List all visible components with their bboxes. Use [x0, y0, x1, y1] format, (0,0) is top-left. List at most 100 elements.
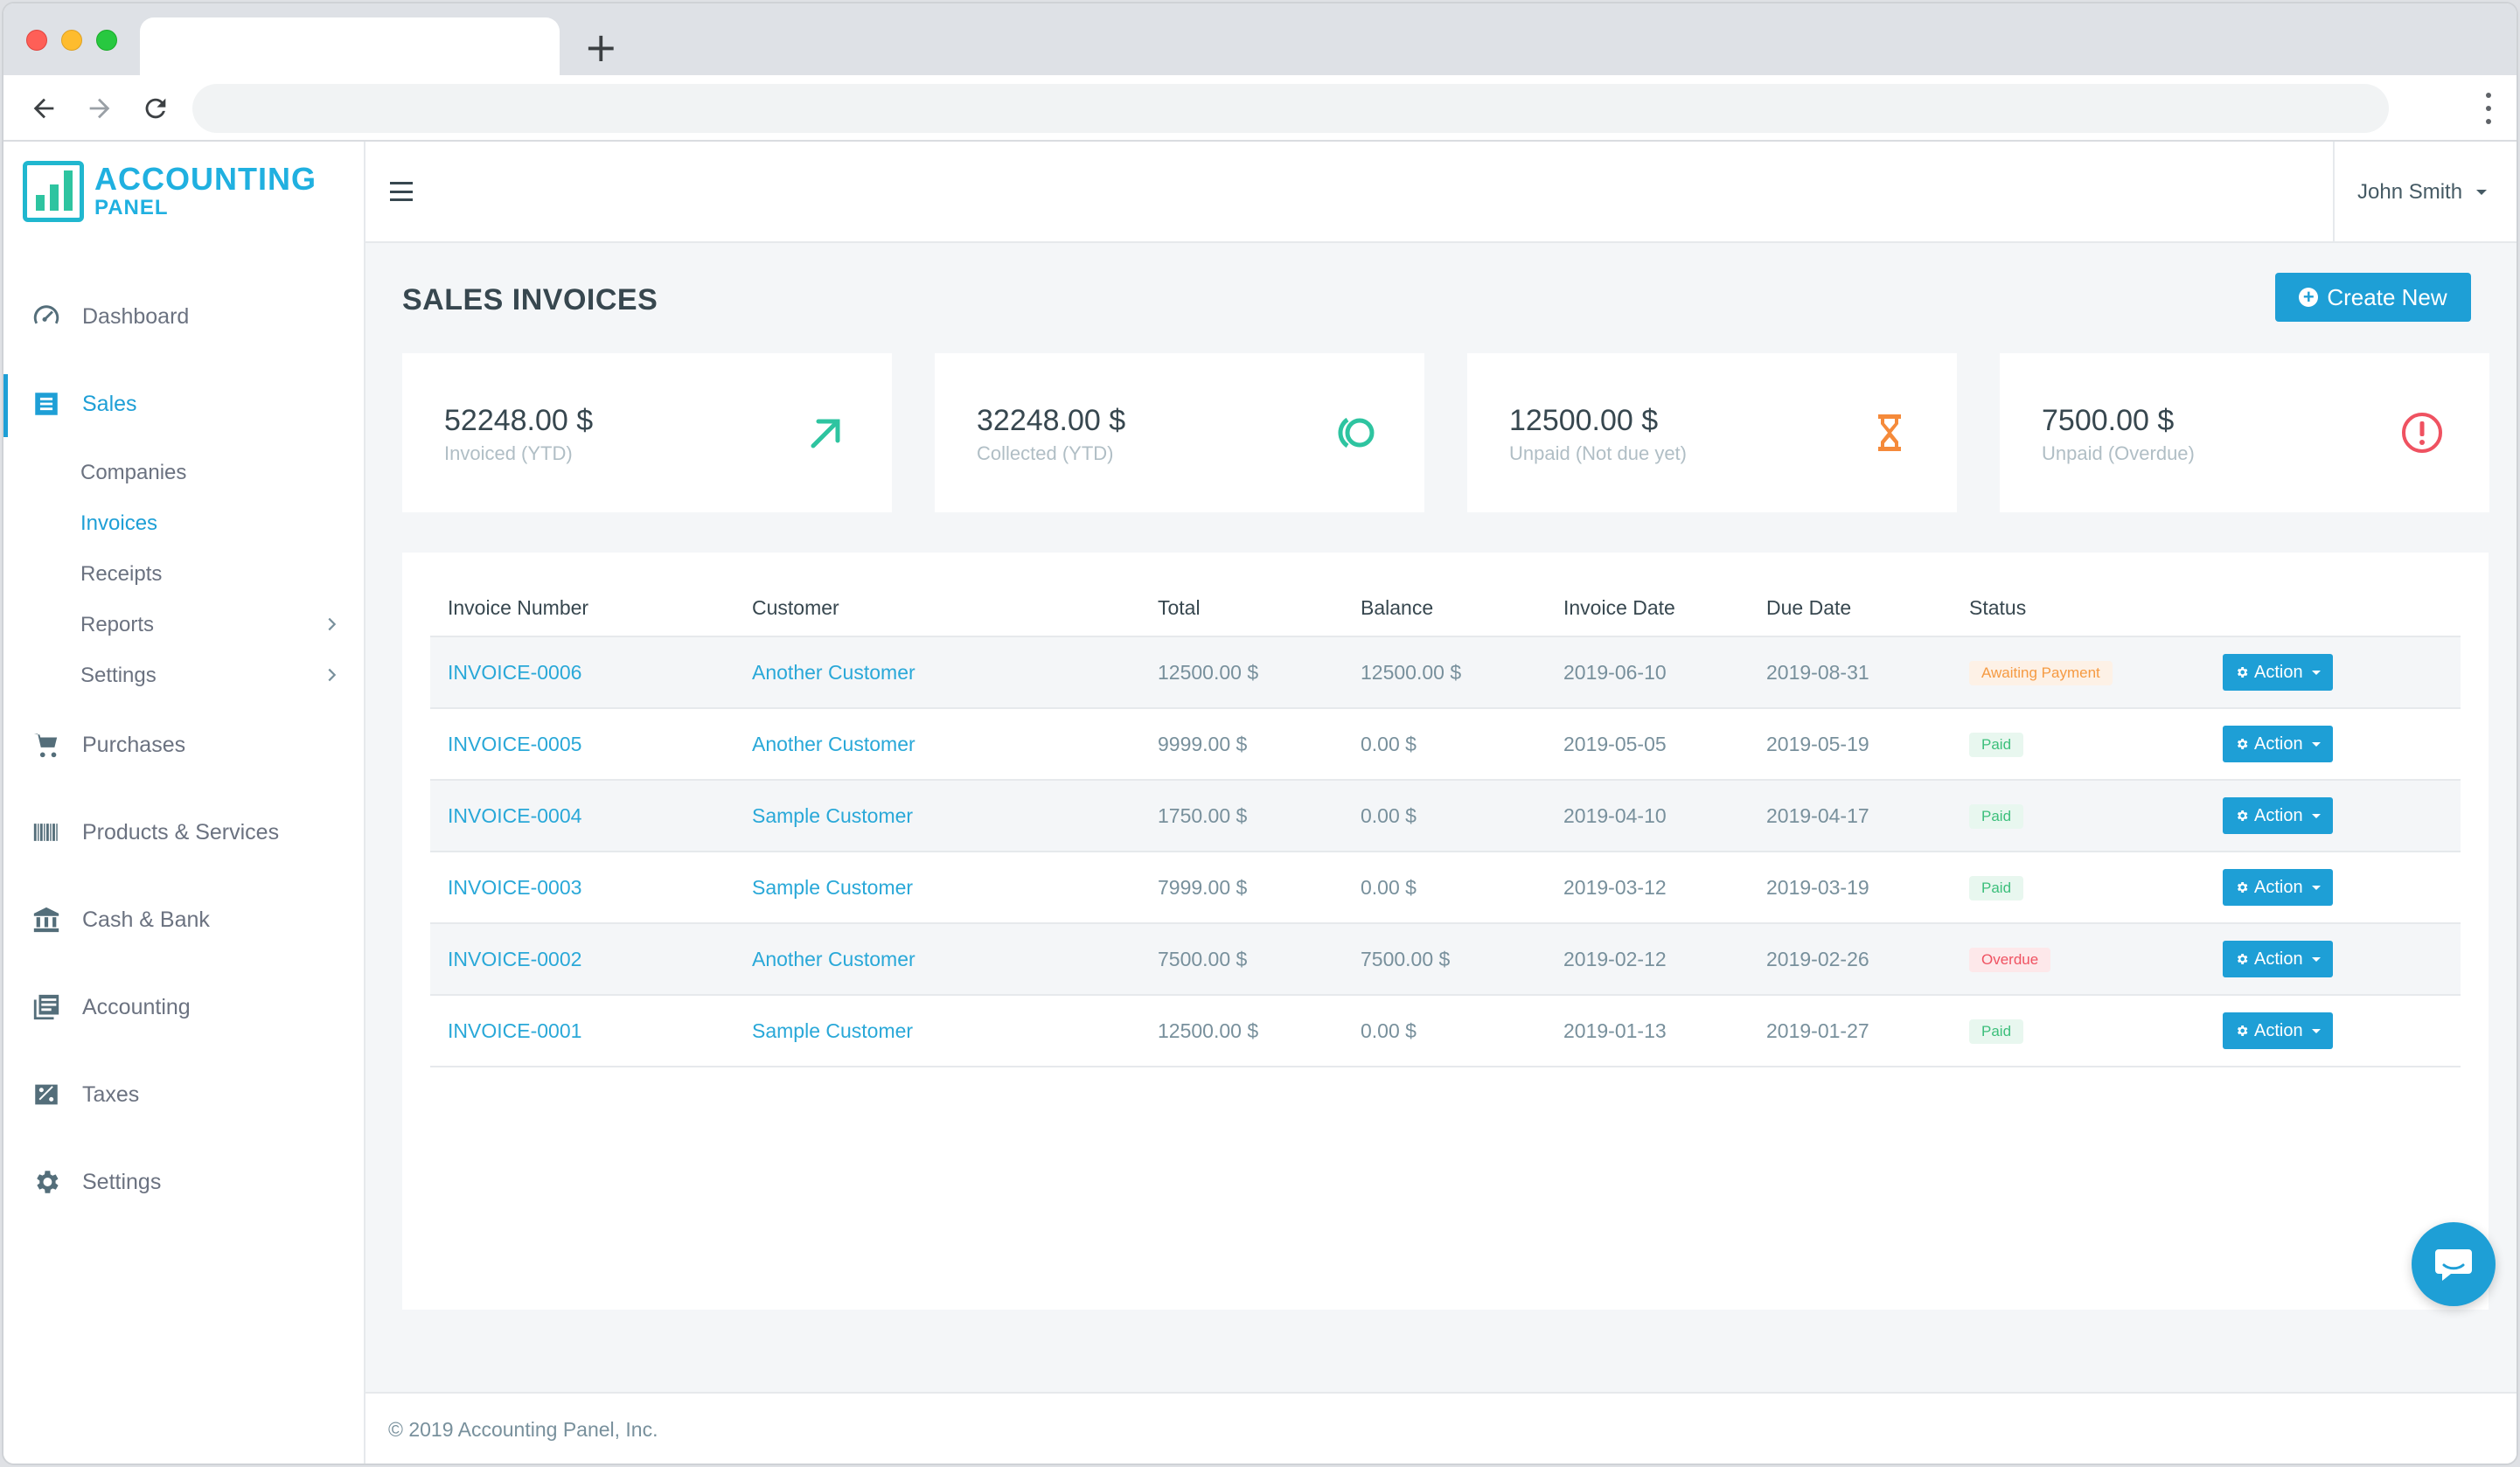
browser-tab[interactable] — [140, 17, 560, 75]
new-tab-button[interactable]: + — [584, 24, 618, 70]
customer-link[interactable]: Another Customer — [734, 708, 1140, 781]
action-cell: Action — [2205, 636, 2461, 709]
summary-card-invoiced: 52248.00 $ Invoiced (YTD) — [402, 353, 892, 512]
due-date-cell: 2019-04-17 — [1749, 780, 1952, 852]
bank-icon — [33, 907, 59, 933]
sidebar-item-dashboard[interactable]: Dashboard — [3, 273, 364, 360]
customer-link[interactable]: Another Customer — [734, 636, 1140, 709]
submenu-item-invoices[interactable]: Invoices — [80, 498, 364, 549]
submenu-item-reports[interactable]: Reports — [80, 600, 364, 650]
invoice-number-link[interactable]: INVOICE-0005 — [430, 708, 734, 781]
sidebar-item-purchases[interactable]: Purchases — [3, 701, 364, 789]
invoice-number-link[interactable]: INVOICE-0003 — [430, 852, 734, 924]
forward-button[interactable] — [79, 87, 121, 129]
gear-icon — [2237, 739, 2248, 749]
maximize-window-button[interactable] — [96, 30, 117, 51]
column-header[interactable]: Invoice Date — [1546, 581, 1749, 637]
gear-icon — [37, 1171, 59, 1193]
reload-icon — [145, 98, 166, 119]
cart-icon — [33, 734, 58, 758]
column-header[interactable]: Balance — [1343, 581, 1546, 637]
brand-subname: PANEL — [94, 196, 169, 219]
sidebar-item-accounting[interactable]: Accounting — [3, 963, 364, 1051]
status-badge: Paid — [1969, 876, 2024, 900]
dot-icon — [2486, 93, 2491, 99]
column-header[interactable]: Total — [1140, 581, 1343, 637]
action-cell: Action — [2205, 780, 2461, 852]
customer-link[interactable]: Sample Customer — [734, 852, 1140, 924]
alert-circle-icon — [2402, 413, 2442, 453]
ledger-icon — [33, 994, 59, 1020]
customer-link[interactable]: Sample Customer — [734, 780, 1140, 852]
minimize-window-button[interactable] — [61, 30, 82, 51]
summary-cards: 52248.00 $ Invoiced (YTD) 32248.00 $ Col… — [402, 353, 2489, 512]
sidebar-item-taxes[interactable]: Taxes — [3, 1051, 364, 1138]
submenu-item-receipts[interactable]: Receipts — [80, 549, 364, 600]
column-header[interactable]: Customer — [734, 581, 1140, 637]
column-header[interactable]: Status — [1952, 581, 2205, 637]
sidebar-item-label: Cash & Bank — [82, 907, 210, 932]
action-dropdown-button[interactable]: Action — [2223, 869, 2333, 906]
dot-icon — [2486, 105, 2491, 111]
brand-logo[interactable]: ACCOUNTING PANEL — [23, 161, 317, 222]
chat-button[interactable] — [2412, 1222, 2496, 1306]
summary-card-unpaid-not-due: 12500.00 $ Unpaid (Not due yet) — [1467, 353, 1957, 512]
sidebar-item-label: Products & Services — [82, 819, 280, 845]
column-header[interactable]: Due Date — [1749, 581, 1952, 637]
address-bar[interactable] — [192, 84, 2389, 133]
action-label: Action — [2254, 1020, 2303, 1040]
action-dropdown-button[interactable]: Action — [2223, 1012, 2333, 1049]
due-date-cell: 2019-01-27 — [1749, 995, 1952, 1067]
status-cell: Paid — [1952, 995, 2205, 1067]
gear-icon — [2237, 1026, 2248, 1036]
customer-link[interactable]: Sample Customer — [734, 995, 1140, 1067]
sidebar-item-sales[interactable]: Sales — [3, 360, 364, 448]
invoice-number-link[interactable]: INVOICE-0004 — [430, 780, 734, 852]
invoice-number-link[interactable]: INVOICE-0006 — [430, 636, 734, 709]
balance-cell: 0.00 $ — [1343, 995, 1546, 1067]
invoice-number-link[interactable]: INVOICE-0002 — [430, 923, 734, 996]
status-cell: Paid — [1952, 852, 2205, 924]
browser-menu-button[interactable] — [2480, 89, 2497, 128]
submenu-item-settings[interactable]: Settings — [80, 650, 364, 701]
hamburger-menu-icon[interactable] — [390, 182, 413, 201]
customer-link[interactable]: Another Customer — [734, 923, 1140, 996]
sidebar-item-cash-bank[interactable]: Cash & Bank — [3, 876, 364, 963]
status-badge: Paid — [1969, 1019, 2024, 1044]
table-row: INVOICE-0002 Another Customer 7500.00 $750… — [430, 923, 2461, 996]
close-window-button[interactable] — [26, 30, 47, 51]
action-dropdown-button[interactable]: Action — [2223, 797, 2333, 834]
back-button[interactable] — [23, 87, 65, 129]
brand-name: ACCOUNTING — [94, 161, 317, 197]
create-new-button[interactable]: + Create New — [2275, 273, 2471, 322]
footer: © 2019 Accounting Panel, Inc. — [365, 1392, 2517, 1464]
status-badge: Paid — [1969, 733, 2024, 757]
submenu-item-companies[interactable]: Companies — [80, 448, 364, 498]
balance-cell: 7500.00 $ — [1343, 923, 1546, 996]
submenu-label: Receipts — [80, 562, 163, 586]
invoice-date-cell: 2019-03-12 — [1546, 852, 1749, 924]
gear-icon — [2237, 667, 2248, 678]
column-header[interactable]: Invoice Number — [430, 581, 734, 637]
invoices-panel: Invoice Number Customer Total Balance In… — [402, 553, 2489, 1310]
action-dropdown-button[interactable]: Action — [2223, 726, 2333, 762]
reload-button[interactable] — [135, 87, 177, 129]
invoice-number-link[interactable]: INVOICE-0001 — [430, 995, 734, 1067]
status-badge: Paid — [1969, 804, 2024, 829]
balance-cell: 0.00 $ — [1343, 780, 1546, 852]
bar-chart-logo-icon — [23, 161, 84, 222]
sidebar-item-label: Purchases — [82, 732, 186, 757]
invoice-date-cell: 2019-06-10 — [1546, 636, 1749, 709]
column-header — [2205, 581, 2461, 637]
total-cell: 12500.00 $ — [1140, 995, 1343, 1067]
sidebar-item-products-services[interactable]: Products & Services — [3, 789, 364, 876]
browser-window: + ACCOUNTING PANEL Dashboard Sales Compa… — [2, 2, 2518, 1465]
user-menu[interactable]: John Smith — [2333, 142, 2517, 243]
status-badge: Awaiting Payment — [1969, 661, 2113, 685]
action-dropdown-button[interactable]: Action — [2223, 654, 2333, 691]
action-dropdown-button[interactable]: Action — [2223, 941, 2333, 977]
page-title: SALES INVOICES — [402, 283, 658, 316]
arrow-right-icon — [89, 98, 110, 119]
sidebar-item-settings[interactable]: Settings — [3, 1138, 364, 1226]
due-date-cell: 2019-05-19 — [1749, 708, 1952, 781]
